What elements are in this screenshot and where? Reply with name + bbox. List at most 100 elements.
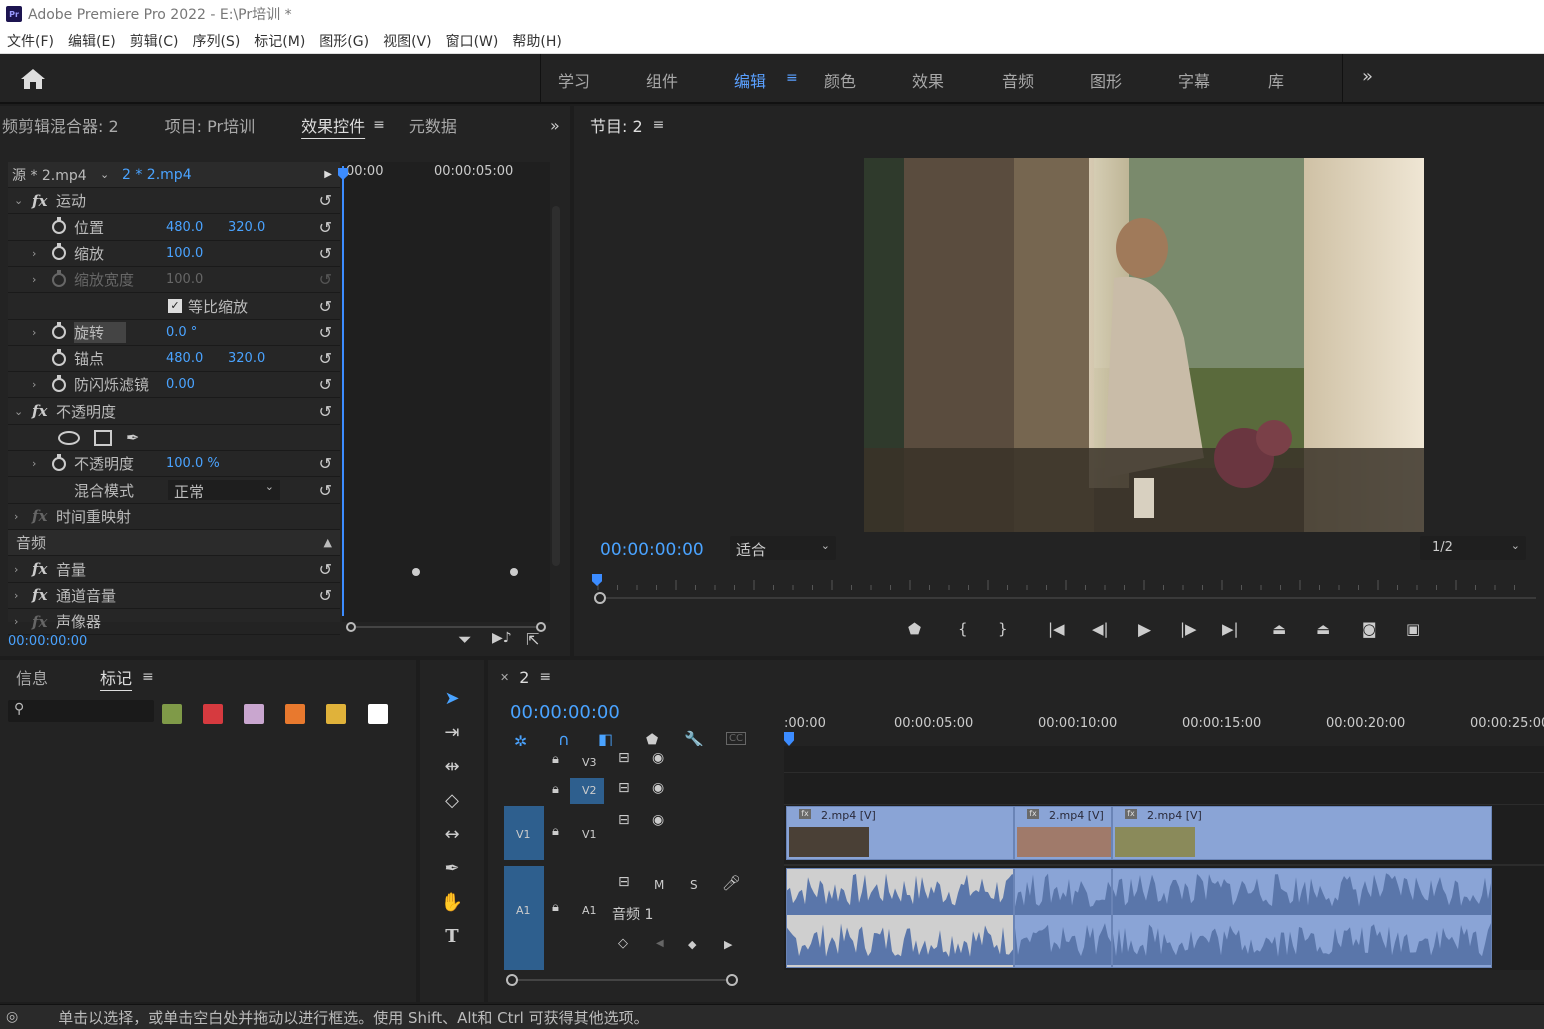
lift-icon[interactable]: ⏏: [1272, 620, 1286, 638]
tab-metadata[interactable]: 元数据: [399, 113, 467, 137]
ec-playhead[interactable]: [342, 166, 344, 616]
next-keyframe-icon[interactable]: ▶: [724, 938, 732, 951]
effect-property-row[interactable]: › 缩放宽度 100.0 ↺: [8, 267, 340, 294]
mark-out-icon[interactable]: }: [998, 620, 1008, 638]
program-title[interactable]: 节目: 2: [574, 113, 653, 137]
workspace-tab-learn[interactable]: 学习: [558, 68, 590, 92]
export-icon[interactable]: ⇱: [526, 630, 539, 649]
hand-tool-icon[interactable]: ✋: [438, 888, 466, 916]
effect-property-row[interactable]: › 缩放 100.0 ↺: [8, 241, 340, 267]
step-back-icon[interactable]: ◀|: [1092, 620, 1109, 638]
track-v3-label[interactable]: V3: [582, 756, 597, 769]
eye-icon[interactable]: ◉: [652, 750, 664, 766]
workspace-tab-libraries[interactable]: 库: [1268, 68, 1284, 92]
track-a1-label[interactable]: A1: [582, 904, 597, 917]
program-time-ruler[interactable]: [594, 572, 1534, 592]
color-filter-green[interactable]: [162, 704, 182, 724]
reset-icon[interactable]: ↺: [319, 586, 332, 605]
lock-icon[interactable]: 🔒︎: [552, 752, 559, 767]
property-value[interactable]: 0.0 °: [166, 325, 197, 340]
add-marker-icon[interactable]: ⬟: [908, 620, 921, 638]
ec-vertical-scrollbar[interactable]: [552, 206, 560, 566]
menu-edit[interactable]: 编辑(E): [61, 31, 123, 51]
chevron-down-icon[interactable]: ⌄: [14, 194, 23, 207]
effect-group-row[interactable]: › fx 时间重映射: [8, 504, 340, 530]
ellipse-mask-icon[interactable]: [58, 430, 80, 445]
tab-sequence[interactable]: 2: [509, 668, 539, 687]
chevron-right-icon[interactable]: ›: [14, 589, 18, 602]
keyframe-icon[interactable]: [412, 568, 420, 576]
reset-icon[interactable]: ↺: [319, 218, 332, 237]
lock-icon[interactable]: 🔒︎: [552, 824, 559, 839]
panel-menu-icon[interactable]: ≡: [142, 669, 154, 685]
menu-file[interactable]: 文件(F): [0, 31, 61, 51]
add-keyframe-icon[interactable]: ◆: [688, 938, 696, 951]
voiceover-mic-icon[interactable]: 🎤︎: [722, 874, 741, 892]
filter-icon[interactable]: ⏷: [458, 630, 472, 650]
eye-icon[interactable]: ◉: [652, 780, 664, 796]
fx-icon[interactable]: fx: [32, 192, 47, 210]
pen-mask-icon[interactable]: ✒: [126, 428, 139, 447]
chevron-right-icon[interactable]: ›: [32, 326, 36, 339]
workspace-tab-graphics[interactable]: 图形: [1090, 68, 1122, 92]
property-value[interactable]: 100.0 %: [166, 456, 220, 471]
stopwatch-icon[interactable]: [52, 217, 66, 235]
workspace-tab-assembly[interactable]: 组件: [646, 68, 678, 92]
track-v2-label[interactable]: V2: [582, 784, 597, 797]
prev-keyframe-icon[interactable]: ◀: [656, 938, 664, 949]
reset-icon[interactable]: ↺: [319, 297, 332, 316]
play-audio-icon[interactable]: ▶♪: [492, 630, 512, 646]
workspace-tab-audio[interactable]: 音频: [1002, 68, 1034, 92]
audio-clip[interactable]: [786, 868, 1014, 968]
effect-property-row[interactable]: 锚点 480.0 320.0 ↺: [8, 346, 340, 373]
color-filter-orange[interactable]: [285, 704, 305, 724]
blend-mode-row[interactable]: 混合模式 正常 ⌄ ↺: [8, 478, 340, 504]
rectangle-mask-icon[interactable]: [94, 429, 112, 446]
play-icon[interactable]: ▶: [1138, 620, 1151, 640]
menu-clip[interactable]: 剪辑(C): [123, 31, 186, 51]
chevron-right-icon[interactable]: ›: [14, 615, 18, 628]
program-video-frame[interactable]: [864, 158, 1424, 532]
sync-lock-icon[interactable]: ⊟: [618, 780, 630, 796]
chevron-right-icon[interactable]: ›: [32, 378, 36, 391]
collapse-icon[interactable]: ▲: [324, 536, 332, 549]
menu-markers[interactable]: 标记(M): [247, 31, 312, 51]
reset-icon[interactable]: ↺: [319, 191, 332, 210]
property-value[interactable]: 100.0: [166, 246, 203, 261]
effect-property-row[interactable]: 位置 480.0 320.0 ↺: [8, 215, 340, 241]
track-v1-label[interactable]: V1: [582, 828, 597, 841]
stopwatch-icon[interactable]: [52, 243, 66, 261]
workspace-tab-editing[interactable]: 编辑: [734, 68, 766, 92]
mark-in-icon[interactable]: {: [958, 620, 968, 638]
solo-button[interactable]: S: [690, 878, 698, 892]
ripple-edit-tool-icon[interactable]: ⇹: [438, 752, 466, 780]
workspace-more-icon[interactable]: »: [1362, 66, 1373, 87]
chevron-right-icon[interactable]: ›: [32, 273, 36, 286]
workspace-menu-icon[interactable]: ≡: [786, 70, 798, 86]
property-value[interactable]: 100.0: [166, 272, 203, 287]
fx-icon[interactable]: fx: [32, 507, 47, 525]
ec-timecode[interactable]: 00:00:00:00: [8, 634, 87, 649]
stopwatch-icon[interactable]: [52, 348, 66, 366]
type-tool-icon[interactable]: T: [438, 922, 466, 950]
tab-effect-controls[interactable]: 效果控件: [291, 113, 375, 137]
eye-icon[interactable]: ◉: [652, 812, 664, 828]
effect-group-row[interactable]: › fx 声像器: [8, 609, 340, 636]
resolution-dropdown[interactable]: 1/2 ⌄: [1420, 536, 1526, 560]
sync-lock-icon[interactable]: ⊟: [618, 874, 630, 890]
sequence-clip-label[interactable]: 2 * 2.mp4: [122, 167, 192, 183]
captions-icon[interactable]: CC: [726, 732, 746, 745]
reset-icon[interactable]: ↺: [319, 481, 332, 500]
stopwatch-icon[interactable]: [52, 374, 66, 392]
timeline-zoom-scrollbar[interactable]: [506, 974, 738, 986]
effect-property-row[interactable]: › 不透明度 100.0 % ↺: [8, 451, 340, 478]
workspace-tab-captions[interactable]: 字幕: [1178, 68, 1210, 92]
fx-icon[interactable]: fx: [32, 586, 47, 604]
program-zoom-scrollbar[interactable]: [594, 592, 1538, 604]
source-a1-label[interactable]: A1: [516, 904, 531, 917]
color-filter-red[interactable]: [203, 704, 223, 724]
extract-icon[interactable]: ⏏: [1316, 620, 1330, 638]
reset-icon[interactable]: ↺: [319, 560, 332, 579]
lock-icon[interactable]: 🔒︎: [552, 900, 559, 915]
markers-search-input[interactable]: ⚲: [8, 700, 154, 722]
